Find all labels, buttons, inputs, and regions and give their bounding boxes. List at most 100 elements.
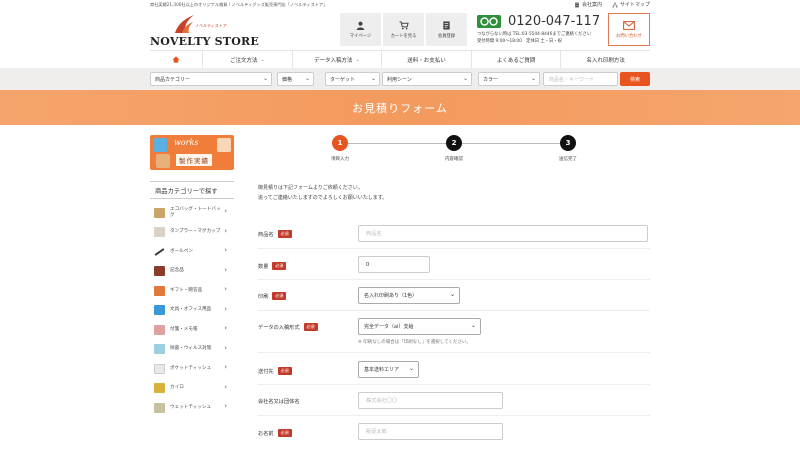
register-label: 会員登録 [437, 33, 456, 39]
category-item[interactable]: 付箋・メモ帳 › [150, 320, 234, 340]
category-label: カイロ [170, 385, 184, 391]
company-info-link[interactable]: 会社案内 [574, 1, 602, 8]
category-item[interactable]: タンブラー・マグカップ › [150, 223, 234, 243]
chevron-down-icon: ⌄ [449, 291, 455, 298]
nav-order-method[interactable]: ご注文方法 ⌄ [202, 51, 292, 68]
category-select[interactable]: 商品カテゴリー ⌄ [150, 72, 272, 86]
filter-bar: 商品カテゴリー ⌄ 価格 ⌄ ターゲット ⌄ 利用シーン ⌄ カラー ⌄ 商品名・キーワー… [0, 68, 800, 90]
company-input[interactable]: 株式会社〇〇 [358, 392, 503, 409]
quantity-label: 数量 必須 [258, 262, 287, 270]
chevron-right-icon: › [224, 226, 227, 235]
data-format-select[interactable]: 完全データ（ai）支給 ⌄ [358, 318, 481, 335]
chevron-right-icon: › [224, 324, 227, 332]
top-links: 会社案内 サイトマップ [574, 1, 650, 8]
works-banner[interactable]: works 製作実績 [150, 135, 234, 170]
chevron-right-icon: › [224, 382, 227, 391]
chevron-right-icon: › [224, 304, 227, 313]
sitemap-label: サイトマップ [619, 2, 650, 8]
sanitizer-icon [154, 344, 165, 355]
row-divider [258, 248, 650, 249]
category-heading: 商品カテゴリーで探す [150, 181, 234, 199]
nav-faq[interactable]: よくあるご質問 [470, 51, 561, 68]
step-1: 1 項目入力 [320, 135, 360, 162]
category-label: 記念品 [170, 268, 184, 274]
price-select-value: 価格 [282, 76, 293, 83]
category-item[interactable]: エコバッグ・トートバッグ › [150, 203, 234, 223]
category-item[interactable]: ボールペン › [150, 242, 234, 262]
works-photo-right [217, 138, 231, 152]
sitemap-link[interactable]: サイトマップ [612, 1, 650, 8]
cart-icon [399, 20, 409, 29]
cart-button[interactable]: カートを見る [383, 13, 424, 46]
destination-select[interactable]: 基本送料エリア ⌄ [358, 361, 419, 378]
works-subtitle: 製作実績 [176, 154, 212, 166]
printing-select-value: 名入れ印刷あり（1色） [364, 293, 418, 299]
printing-select[interactable]: 名入れ印刷あり（1色） ⌄ [358, 287, 460, 304]
chevron-down-icon: ⌄ [370, 75, 376, 82]
required-badge: 必須 [272, 292, 287, 300]
category-label: ウェットティッシュ [170, 404, 212, 410]
category-list: エコバッグ・トートバッグ › タンブラー・マグカップ › ボールペン › 記念品 › ギ… [150, 203, 234, 418]
row-divider [258, 352, 650, 353]
register-button[interactable]: 会員登録 [426, 13, 467, 46]
category-item[interactable]: ポケットティッシュ › [150, 359, 234, 379]
intro-line-2: 追ってご連絡いたしますのでよろしくお願いいたします。 [258, 195, 388, 201]
chevron-down-icon: ⌄ [470, 322, 476, 329]
contact-button[interactable]: お問い合わせ [608, 13, 650, 46]
category-item[interactable]: カイロ › [150, 379, 234, 399]
category-label: エコバッグ・トートバッグ [170, 206, 221, 218]
row-divider [258, 310, 650, 311]
step-2: 2 内容確認 [434, 135, 474, 162]
category-item[interactable]: ギフト・贈答品 › [150, 281, 234, 301]
nav-home[interactable] [150, 51, 202, 68]
stationery-icon [154, 305, 165, 316]
intro-line-1: 御見積りは下記フォームよりご依頼ください。 [258, 185, 363, 191]
step-3-number: 3 [560, 135, 576, 151]
row-divider [258, 415, 650, 416]
required-badge: 必須 [303, 323, 318, 331]
chevron-right-icon: › [224, 363, 227, 371]
top-note: 商社実績21,300社以上のオリジナル雑貨 / ノベルティグッズ販売専門店「ノベ… [150, 2, 328, 7]
target-select[interactable]: ターゲット ⌄ [325, 72, 380, 86]
scene-select-value: 利用シーン [387, 76, 412, 83]
building-icon [575, 2, 579, 7]
store-logo[interactable]: ノベルティストア NOVELTY STORE [150, 14, 259, 48]
heat-pack-icon [154, 383, 165, 394]
chevron-down-icon: ⌄ [462, 75, 468, 82]
gift-icon [154, 285, 165, 296]
name-input[interactable]: 販促太郎 [358, 423, 503, 440]
scene-select[interactable]: 利用シーン ⌄ [382, 72, 472, 86]
freedial-icon [477, 15, 501, 28]
chevron-right-icon: › [224, 285, 227, 293]
phone-number[interactable]: 0120-047-117 [508, 14, 600, 29]
product-name-input[interactable]: 商品名 [358, 225, 648, 242]
category-item[interactable]: ウェットティッシュ › [150, 398, 234, 418]
color-select[interactable]: カラー ⌄ [478, 72, 540, 86]
progress-steps: 1 項目入力 2 内容確認 3 送信完了 [320, 135, 598, 165]
cart-label: カートを見る [390, 33, 417, 39]
nav-data-submission-label: データ入稿方法 [314, 57, 353, 64]
row-divider [258, 384, 650, 385]
required-badge: 必須 [277, 367, 292, 375]
category-select-value: 商品カテゴリー [155, 76, 191, 83]
target-select-value: ターゲット [330, 76, 356, 83]
nav-data-submission[interactable]: データ入稿方法 ⌄ [291, 51, 382, 68]
category-item[interactable]: 文具・オフィス用品 › [150, 301, 234, 321]
destination-label: 送付先 必須 [258, 367, 292, 375]
chevron-right-icon: › [224, 265, 227, 274]
mypage-button[interactable]: マイページ [340, 13, 381, 46]
nav-print-method[interactable]: 名入れ印刷方法 [560, 51, 650, 68]
category-item[interactable]: 記念品 › [150, 262, 234, 282]
step-2-number: 2 [446, 135, 462, 151]
category-label: 除菌・ウィルス対策 [170, 346, 212, 352]
mypage-label: マイページ [349, 33, 372, 39]
search-button[interactable]: 検索 [620, 72, 650, 86]
step-1-label: 項目入力 [331, 157, 349, 162]
category-item[interactable]: 除菌・ウィルス対策 › [150, 340, 234, 360]
category-label: ボールペン [170, 248, 193, 254]
price-select[interactable]: 価格 ⌄ [277, 72, 314, 86]
row-divider [258, 279, 650, 280]
nav-shipping-payment[interactable]: 送料・お支払い [381, 51, 471, 68]
keyword-input[interactable]: 商品名・キーワード [543, 72, 618, 86]
quantity-input[interactable]: 0 [358, 256, 430, 273]
